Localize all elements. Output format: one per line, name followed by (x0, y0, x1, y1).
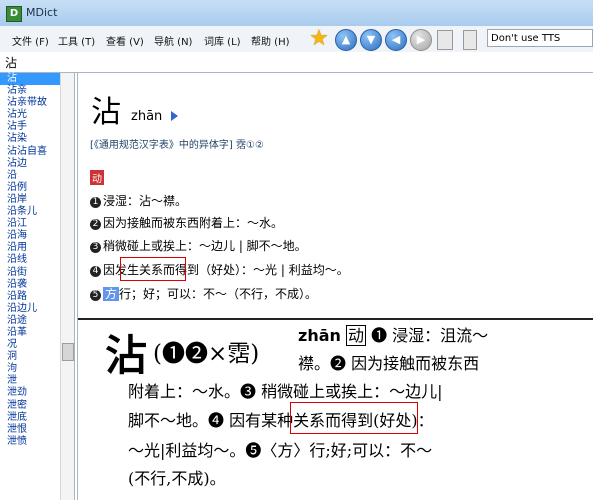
definition-text: 因 (103, 263, 116, 277)
number-mark: 4 (90, 266, 101, 277)
title-bar: D MDict (0, 0, 593, 27)
definition-text: 稍微碰上或挨上：～边儿 | 脚不～地。 (103, 239, 307, 253)
number-mark: 3 (90, 242, 101, 253)
word-list: 沾沾亲 沾亲带故 沾光 沾手 沾染 沾沾自喜 沾边沿沿例 沿岸 沿条儿 沿江 沿海 沿用 沿线 沿街 沿袭沿… (0, 73, 75, 500)
window-title: MDict (26, 6, 58, 19)
audio-play-icon[interactable] (171, 111, 178, 121)
scan-highlight-box (290, 402, 418, 434)
down-arrow-icon[interactable]: ▼ (360, 29, 382, 51)
number-mark: 1 (90, 197, 101, 208)
back-arrow-icon[interactable]: ◀ (385, 29, 407, 51)
scan-line-1: zhān 动 ❶ 浸湿：沮流～ (298, 322, 488, 346)
definition-5: 5 方行；好；可以：不～（不行，不成）。 (90, 285, 317, 302)
number-mark: 5 (90, 290, 101, 301)
page-icon[interactable] (463, 30, 477, 50)
scan-pinyin: zhān (298, 326, 341, 345)
definition-text: 而得到（好处）：～光 | 利益均～。 (163, 263, 349, 277)
menu-file[interactable]: 文件 (F) (12, 33, 49, 48)
definition-2: 2 因为接触而被东西附着上：～水。 (90, 214, 283, 231)
menu-library[interactable]: 词库 (L) (204, 33, 241, 48)
clipboard-icon[interactable] (437, 30, 453, 50)
scan-headword: 沾 (105, 331, 148, 380)
menu-bar: 文件 (F) 工具 (T) 查看 (V) 导航 (N) 词库 (L) 帮助 (H… (0, 26, 593, 53)
scan-pos: 动 (345, 325, 366, 346)
menu-help[interactable]: 帮助 (H) (251, 33, 290, 48)
scanned-dictionary-image: 沾 (❶❷×霑) zhān 动 ❶ 浸湿：沮流～ 襟。❷ 因为接触而被东西 附着… (78, 318, 593, 502)
definition-3: 3 稍微碰上或挨上：～边儿 | 脚不～地。 (90, 237, 307, 254)
app-icon: D (6, 6, 22, 22)
menu-navigate[interactable]: 导航 (N) (154, 33, 192, 48)
definition-1: 1 浸湿：沾～襟。 (90, 192, 187, 209)
search-bar: 沾 (0, 52, 593, 73)
pinyin: zhān (131, 109, 163, 124)
tts-select[interactable]: Don't use TTS (487, 29, 593, 47)
favorite-star-icon[interactable]: ★ (309, 28, 329, 50)
scan-line-2: 襟。❷ 因为接触而被东西 (298, 354, 480, 373)
highlight-box (120, 257, 186, 281)
headword: 沾 (91, 95, 121, 130)
menu-view[interactable]: 查看 (V) (106, 33, 144, 48)
scan-text: ❶ 浸湿：沮流～ (371, 326, 489, 345)
definition-text: 因为接触而被东西附着上：～水。 (103, 216, 284, 230)
pos-tag: 方 (103, 287, 120, 301)
scan-line-6: (不行,不成)。 (128, 469, 226, 488)
definition-text: 浸湿：沾～襟。 (103, 194, 188, 208)
scrollbar-thumb[interactable] (62, 343, 74, 361)
scan-line-3: 附着上：～水。❸ 稍微碰上或挨上：～边儿| (128, 382, 443, 401)
number-mark: 2 (90, 219, 101, 230)
search-input[interactable]: 沾 (5, 54, 17, 71)
menu-tools[interactable]: 工具 (T) (58, 33, 95, 48)
forward-arrow-icon[interactable]: ▶ (410, 29, 432, 51)
pos-badge: 动 (90, 170, 104, 185)
definition-pane: 沾 zhān [《通用规范汉字表》中的异体字] 霑①② 动 1 浸湿：沾～襟。 2… (77, 73, 593, 500)
definition-text: 行；好；可以：不～（不行，不成）。 (119, 287, 318, 301)
scan-variant: (❶❷×霑) (153, 341, 260, 367)
scan-line-5: ～光|利益均～。❺〈方〉行;好;可以：不～ (128, 441, 433, 460)
word-list-scrollbar[interactable] (60, 73, 74, 500)
variant-note: [《通用规范汉字表》中的异体字] 霑①② (90, 140, 264, 151)
up-arrow-icon[interactable]: ▲ (335, 29, 357, 51)
scan-text: 脚不～地。❹ 因 (128, 411, 246, 430)
